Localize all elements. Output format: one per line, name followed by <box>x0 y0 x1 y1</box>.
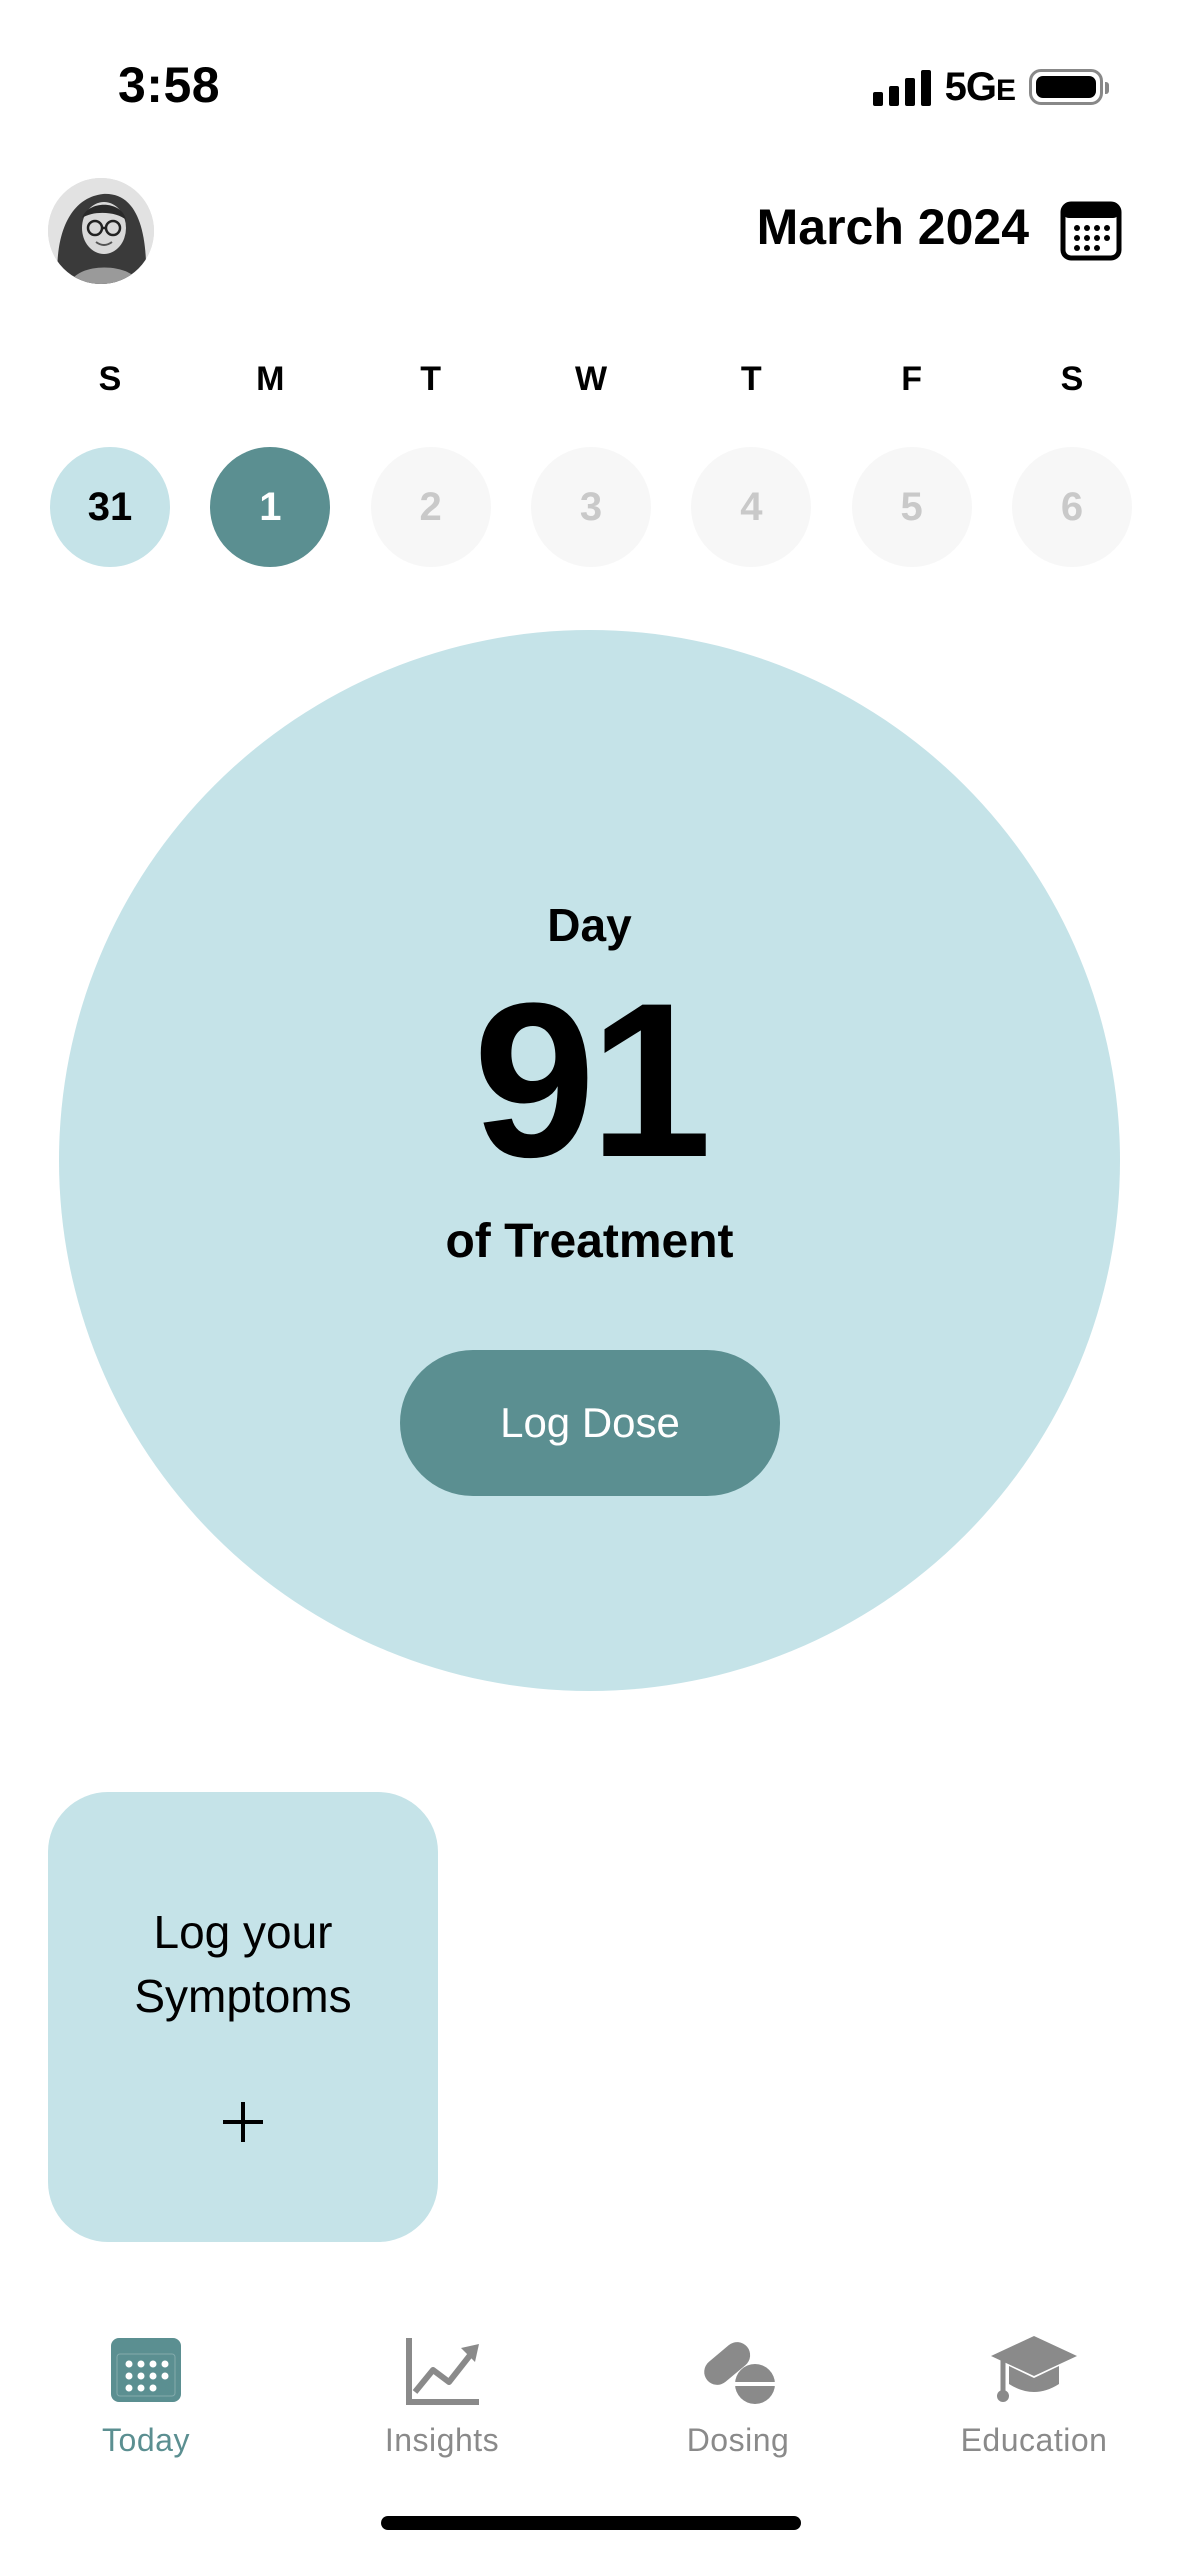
tab-bar: Today Insights Dosing Education <box>0 2310 1179 2470</box>
battery-icon <box>1029 69 1109 105</box>
log-dose-button[interactable]: Log Dose <box>400 1350 780 1496</box>
treatment-day-circle: Day 91 of Treatment Log Dose <box>59 630 1120 1691</box>
tab-insights[interactable]: Insights <box>332 2330 552 2459</box>
pills-icon <box>704 2342 775 2404</box>
tab-label: Education <box>960 2422 1108 2458</box>
calendar-icon <box>111 2338 181 2402</box>
chart-icon <box>406 2338 479 2405</box>
day-label: Day <box>547 899 632 951</box>
weekday-labels: S M T W T F S <box>50 360 1132 399</box>
symptoms-label: Log your Symptoms <box>68 1900 418 2028</box>
weekday-label: S <box>98 360 122 398</box>
week-days: 31 1 2 3 4 5 6 <box>50 447 1132 567</box>
graduation-cap-icon <box>991 2336 1077 2402</box>
log-symptoms-card[interactable]: Log your Symptoms <box>48 1792 438 2242</box>
day-button[interactable]: 6 <box>1011 447 1132 567</box>
network-indicator: 5GE <box>944 64 1016 110</box>
status-icons: 5GE <box>872 64 1109 110</box>
day-button[interactable]: 3 <box>530 447 651 567</box>
home-indicator[interactable] <box>381 2516 801 2530</box>
user-avatar-icon <box>48 178 154 284</box>
weekday-label: W <box>574 360 608 398</box>
symptoms-label-line1: Log your <box>153 1906 333 1958</box>
tab-education[interactable]: Education <box>924 2330 1144 2459</box>
status-time: 3:58 <box>118 57 221 113</box>
tab-dosing[interactable]: Dosing <box>628 2330 848 2459</box>
day-button[interactable]: 31 <box>50 447 170 567</box>
treatment-subtitle: of Treatment <box>445 1215 734 1268</box>
day-number: 91 <box>473 957 712 1203</box>
plus-icon <box>203 2082 283 2162</box>
tab-label: Insights <box>384 2422 500 2458</box>
tab-label: Today <box>102 2422 190 2458</box>
network-suffix: E <box>995 73 1016 107</box>
signal-icon <box>872 68 931 106</box>
weekday-label: T <box>740 360 762 398</box>
tab-label: Dosing <box>686 2422 790 2458</box>
weekday-label: T <box>420 360 442 398</box>
symptoms-label-line2: Symptoms <box>134 1970 352 2022</box>
network-label: 5G <box>944 64 997 109</box>
day-button[interactable]: 5 <box>851 447 972 567</box>
avatar[interactable] <box>48 178 154 284</box>
weekday-label: M <box>256 360 285 398</box>
day-button[interactable]: 1 <box>210 447 331 567</box>
month-title[interactable]: March 2024 <box>757 198 1029 256</box>
day-button[interactable]: 2 <box>370 447 491 567</box>
week-strip: S M T W T F S 31 1 2 3 4 5 6 <box>50 360 1132 567</box>
weekday-label: S <box>1060 360 1084 398</box>
weekday-label: F <box>901 360 923 398</box>
calendar-icon[interactable] <box>1059 198 1123 262</box>
tab-today[interactable]: Today <box>36 2330 256 2459</box>
day-button[interactable]: 4 <box>691 447 812 567</box>
